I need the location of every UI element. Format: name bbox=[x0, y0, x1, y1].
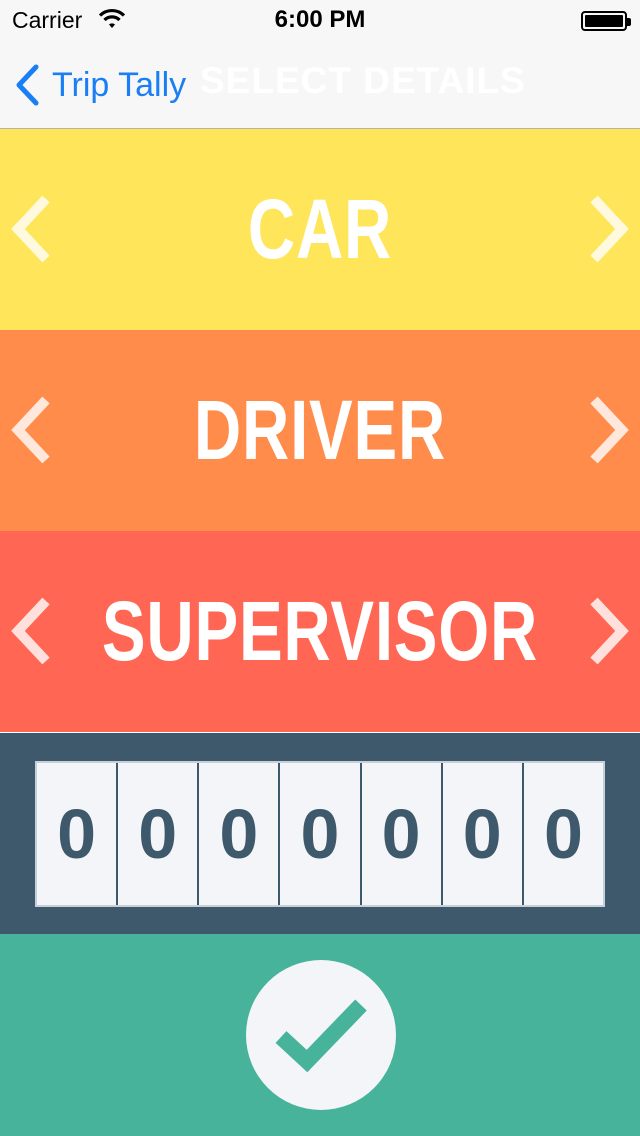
chevron-left-icon bbox=[16, 64, 39, 106]
odometer-digit-7[interactable]: 0 bbox=[523, 763, 603, 905]
top-bar: Carrier 6:00 PM Trip Tally SELECT DETAIL… bbox=[0, 0, 640, 129]
next-supervisor-arrow-icon[interactable] bbox=[586, 595, 632, 667]
next-car-arrow-icon[interactable] bbox=[586, 193, 632, 265]
battery-icon bbox=[581, 11, 631, 31]
confirm-button[interactable] bbox=[246, 960, 396, 1110]
navigation-bar: Trip Tally SELECT DETAILS bbox=[0, 40, 640, 128]
status-bar: Carrier 6:00 PM bbox=[0, 0, 640, 40]
previous-driver-arrow-icon[interactable] bbox=[8, 394, 54, 466]
confirm-section bbox=[0, 934, 640, 1136]
supervisor-selector: SUPERVISOR bbox=[0, 531, 640, 732]
odometer-digits: 0 0 0 0 0 0 0 bbox=[35, 761, 605, 907]
previous-car-arrow-icon[interactable] bbox=[8, 193, 54, 265]
odometer-counter: 0 0 0 0 0 0 0 bbox=[0, 733, 640, 934]
odometer-digit-2[interactable]: 0 bbox=[118, 763, 200, 905]
checkmark-icon bbox=[275, 999, 367, 1073]
supervisor-label: SUPERVISOR bbox=[101, 584, 539, 678]
driver-selector: DRIVER bbox=[0, 330, 640, 531]
driver-label: DRIVER bbox=[193, 383, 447, 477]
odometer-digit-1[interactable]: 0 bbox=[37, 763, 119, 905]
odometer-digit-3[interactable]: 0 bbox=[199, 763, 281, 905]
odometer-digit-5[interactable]: 0 bbox=[361, 763, 443, 905]
odometer-digit-4[interactable]: 0 bbox=[280, 763, 362, 905]
odometer-digit-6[interactable]: 0 bbox=[442, 763, 524, 905]
page-title: SELECT DETAILS bbox=[200, 60, 526, 101]
back-button-label: Trip Tally bbox=[52, 65, 187, 104]
back-button[interactable]: Trip Tally bbox=[14, 62, 186, 108]
clock: 6:00 PM bbox=[274, 6, 366, 33]
car-selector: CAR bbox=[0, 129, 640, 330]
car-label: CAR bbox=[247, 182, 393, 276]
previous-supervisor-arrow-icon[interactable] bbox=[8, 595, 54, 667]
next-driver-arrow-icon[interactable] bbox=[586, 394, 632, 466]
